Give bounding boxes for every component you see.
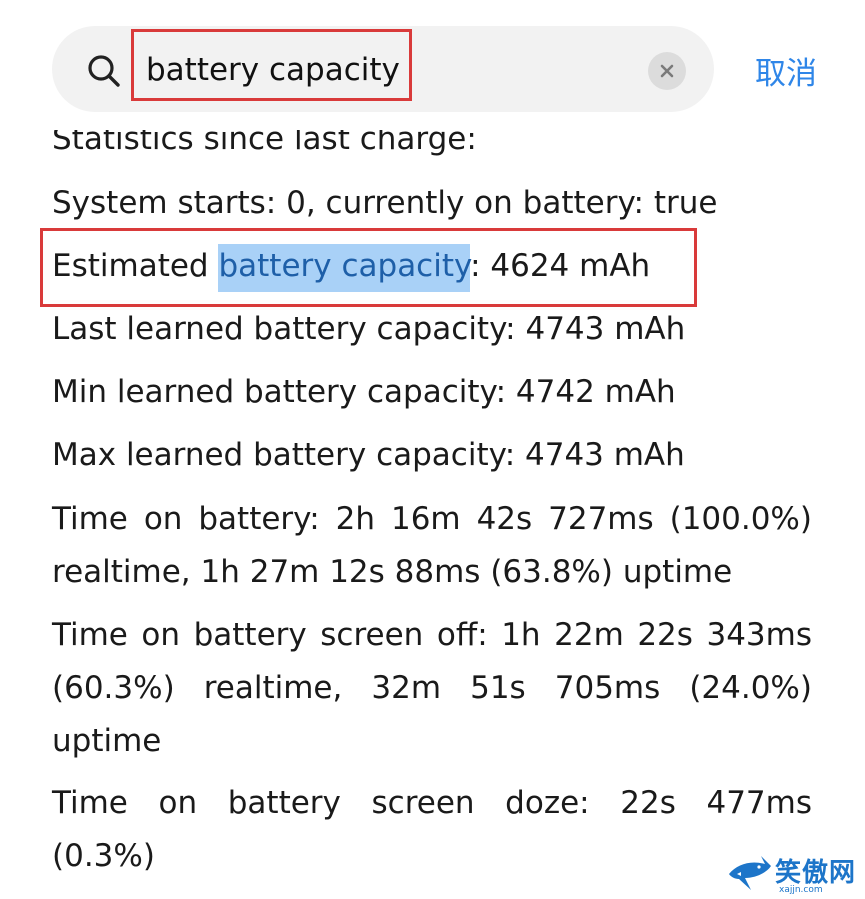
stats-line-estimated-capacity: Estimated battery capacity: 4624 mAh: [52, 240, 650, 293]
search-icon: [88, 55, 120, 87]
screen-off-line-3: uptime: [52, 723, 162, 759]
shark-logo-icon: [729, 856, 771, 890]
watermark-logo: 笑傲网 xajjn.com: [727, 852, 865, 899]
clear-search-button[interactable]: [648, 52, 686, 90]
screen-doze-line-2: (0.3%): [52, 838, 155, 874]
screen-doze-line-1: Time on battery screen doze: 22s 477ms: [52, 785, 812, 821]
watermark-brand: 笑傲网: [775, 858, 857, 888]
stats-para-screen-doze: Time on battery screen doze: 22s 477ms (…: [52, 777, 812, 883]
watermark-url: xajjn.com: [779, 885, 823, 895]
stats-line-max-learned: Max learned battery capacity: 4743 mAh: [52, 437, 685, 473]
stats-line-last-learned: Last learned battery capacity: 4743 mAh: [52, 311, 686, 347]
screen-off-line-2: (60.3%) realtime, 32m 51s 705ms (24.0%): [52, 670, 812, 706]
time-on-battery-line-2: realtime, 1h 27m 12s 88ms (63.8%) uptime: [52, 554, 733, 590]
stats-line-min-learned: Min learned battery capacity: 4742 mAh: [52, 374, 676, 410]
estimated-prefix: Estimated: [52, 248, 219, 284]
cancel-button[interactable]: 取消: [755, 48, 817, 93]
estimated-suffix: : 4624 mAh: [470, 248, 651, 284]
stats-para-time-on-battery: Time on battery: 2h 16m 42s 727ms (100.0…: [52, 493, 812, 599]
time-on-battery-line-1: Time on battery: 2h 16m 42s 727ms (100.0…: [52, 501, 812, 537]
search-header: 取消: [0, 0, 865, 130]
screen-off-line-1: Time on battery screen off: 1h 22m 22s 3…: [52, 617, 812, 653]
stats-para-screen-off: Time on battery screen off: 1h 22m 22s 3…: [52, 609, 812, 768]
stats-line-system-starts: System starts: 0, currently on battery: …: [52, 185, 718, 221]
search-match-highlight: battery capacity: [218, 244, 471, 292]
search-input[interactable]: [146, 44, 626, 96]
close-icon: [660, 64, 674, 78]
